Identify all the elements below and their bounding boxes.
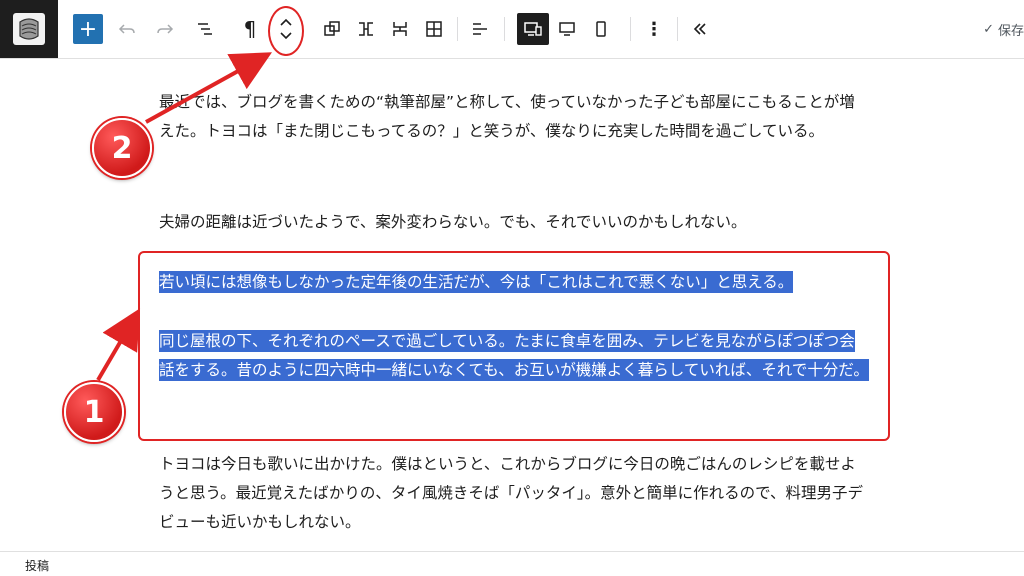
group-icon [324, 21, 340, 36]
options-button[interactable]: ⋮ [638, 13, 670, 45]
align-left-icon [473, 23, 487, 35]
list-view-icon [198, 23, 212, 35]
paragraph-button[interactable]: ¶ [234, 13, 266, 45]
row-button[interactable] [350, 13, 382, 45]
preview-desktop-tablet-button[interactable] [517, 13, 549, 45]
step-badge-2: 2 [92, 118, 152, 178]
redo-icon [157, 24, 174, 34]
status-bar: 投稿 [0, 551, 1024, 576]
paragraph-block[interactable]: トヨコは今日も歌いに出かけた。僕はというと、これからブログに今日の晩ごはんのレシ… [159, 450, 869, 537]
toolbar-divider [457, 17, 458, 41]
desktop-icon [559, 22, 575, 36]
check-icon: ✓ [983, 22, 994, 37]
collapse-toolbar-button[interactable] [684, 13, 716, 45]
undo-icon [118, 24, 135, 34]
toolbar-divider [630, 17, 631, 41]
site-logo-icon [13, 13, 45, 45]
paragraph-block[interactable]: 夫婦の距離は近づいたようで、案外変わらない。でも、それでいいのかもしれない。 [159, 208, 746, 237]
plus-icon: + [78, 16, 98, 42]
preview-mobile-button[interactable] [585, 13, 617, 45]
align-button[interactable] [464, 13, 496, 45]
arrow-to-selection [96, 308, 141, 382]
mobile-icon [596, 21, 606, 37]
add-block-button[interactable]: + [73, 14, 103, 44]
paragraph-block[interactable]: 最近では、ブログを書くための“執筆部屋”と称して、使っていなかった子ども部屋にこ… [159, 88, 869, 146]
grid-button[interactable] [418, 13, 450, 45]
stack-icon [393, 22, 407, 36]
move-button-highlight-ring [268, 6, 304, 56]
step-badge-1: 1 [64, 382, 124, 442]
group-button[interactable] [316, 13, 348, 45]
undo-button[interactable] [111, 13, 143, 45]
pilcrow-icon: ¶ [243, 17, 257, 41]
row-icon [359, 22, 373, 36]
toolbar-divider [677, 17, 678, 41]
stack-button[interactable] [384, 13, 416, 45]
toolbar-divider [504, 17, 505, 41]
more-vertical-icon: ⋮ [645, 18, 663, 40]
selection-annotation-box [138, 251, 890, 441]
editor-toolbar: + ¶ ⋮ ✓ 保存 [0, 0, 1024, 59]
saved-label: 保存 [997, 24, 1024, 39]
preview-desktop-button[interactable] [551, 13, 583, 45]
list-view-button[interactable] [189, 13, 221, 45]
grid-icon [426, 21, 442, 37]
double-chevron-left-icon [693, 23, 706, 35]
site-logo[interactable] [0, 0, 58, 58]
desktop-tablet-icon [524, 22, 542, 36]
breadcrumb[interactable]: 投稿 [25, 557, 49, 574]
saved-indicator[interactable]: ✓ 保存 [983, 20, 1024, 39]
redo-button[interactable] [149, 13, 181, 45]
